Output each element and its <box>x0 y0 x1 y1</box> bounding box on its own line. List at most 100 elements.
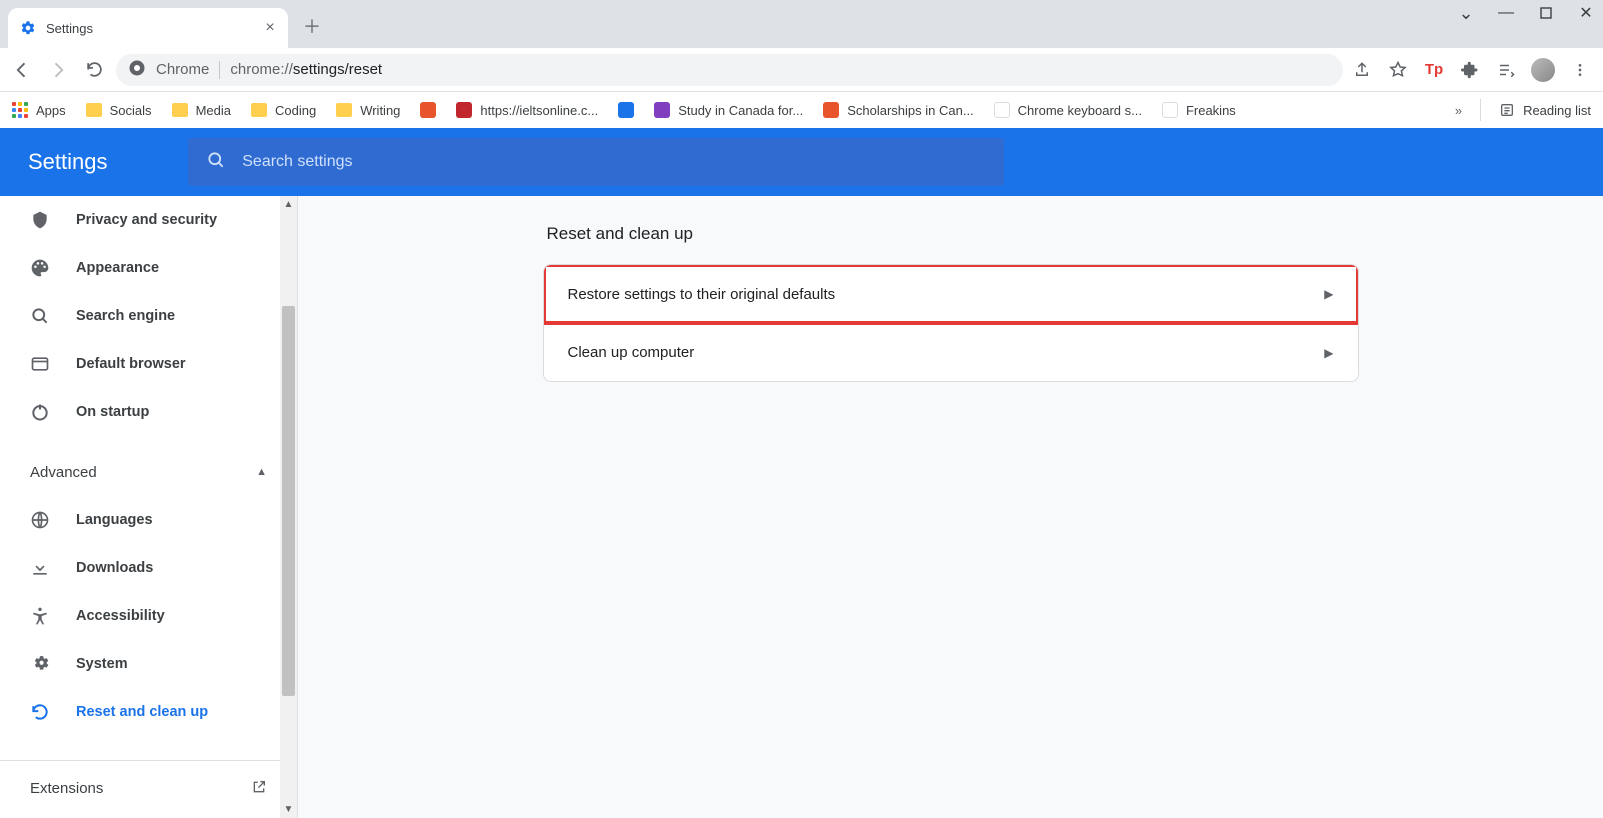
apps-icon <box>12 102 28 118</box>
forward-button[interactable] <box>44 56 72 84</box>
minimize-button[interactable]: ― <box>1497 4 1515 22</box>
address-text: chrome://settings/reset <box>230 61 382 78</box>
bookmark-item[interactable]: Coding <box>251 102 316 118</box>
maximize-button[interactable] <box>1537 4 1555 22</box>
window-close-button[interactable]: ✕ <box>1577 4 1595 22</box>
chevron-up-icon: ▲ <box>256 466 267 478</box>
sidebar-item-label: Languages <box>76 512 153 528</box>
privacy-icon <box>30 210 50 230</box>
bookmark-item[interactable]: Chrome keyboard s... <box>994 102 1142 118</box>
downloads-icon <box>30 558 50 578</box>
bookmark-item[interactable] <box>618 102 634 118</box>
gear-icon <box>20 20 36 36</box>
favicon <box>994 102 1010 118</box>
bookmark-label: Scholarships in Can... <box>847 103 973 118</box>
settings-search[interactable] <box>188 138 1004 186</box>
bookmark-label: https://ieltsonline.c... <box>480 103 598 118</box>
favicon <box>823 102 839 118</box>
section-heading: Reset and clean up <box>543 224 1359 244</box>
startup-icon <box>30 402 50 422</box>
back-button[interactable] <box>8 56 36 84</box>
close-icon[interactable]: × <box>262 20 278 36</box>
sidebar-item-label: On startup <box>76 404 149 420</box>
sidebar-item-search[interactable]: Search engine <box>0 292 297 340</box>
sidebar-item-appearance[interactable]: Appearance <box>0 244 297 292</box>
row-label: Restore settings to their original defau… <box>568 286 836 303</box>
settings-sidebar: Privacy and security Appearance Search eng… <box>0 196 298 818</box>
star-icon[interactable] <box>1387 59 1409 81</box>
appearance-icon <box>30 258 50 278</box>
folder-icon <box>251 103 267 117</box>
bookmark-label: Chrome keyboard s... <box>1018 103 1142 118</box>
reading-list-label: Reading list <box>1523 103 1591 118</box>
favicon <box>456 102 472 118</box>
scroll-down-icon[interactable]: ▼ <box>280 801 297 818</box>
sidebar-item-label: Appearance <box>76 260 159 276</box>
reset-card: Restore settings to their original defau… <box>543 264 1359 382</box>
window-controls: ⌄ ― ✕ <box>1457 4 1595 22</box>
bookmark-item[interactable]: Socials <box>86 102 152 118</box>
profile-avatar[interactable] <box>1531 58 1555 82</box>
search-input[interactable] <box>242 153 986 171</box>
sidebar-item-extensions[interactable]: Extensions <box>0 760 297 816</box>
browser-toolbar: Chrome chrome://settings/reset Tp <box>0 48 1603 92</box>
share-icon[interactable] <box>1351 59 1373 81</box>
titlebar: Settings × ＋ ⌄ ― ✕ <box>0 0 1603 48</box>
bookmark-item[interactable]: Scholarships in Can... <box>823 102 973 118</box>
chevron-down-icon[interactable]: ⌄ <box>1457 4 1475 22</box>
bookmark-label: Coding <box>275 103 316 118</box>
bookmark-item[interactable]: https://ieltsonline.c... <box>456 102 598 118</box>
bookmark-item[interactable]: Study in Canada for... <box>654 102 803 118</box>
sidebar-item-privacy[interactable]: Privacy and security <box>0 196 297 244</box>
sidebar-item-downloads[interactable]: Downloads <box>0 544 297 592</box>
bookmark-label: Study in Canada for... <box>678 103 803 118</box>
extensions-icon[interactable] <box>1459 59 1481 81</box>
sidebar-item-reset[interactable]: Reset and clean up <box>0 688 297 736</box>
extension-tp-icon[interactable]: Tp <box>1423 59 1445 81</box>
divider <box>219 61 220 79</box>
bookmark-label: Media <box>196 103 231 118</box>
bookmark-item[interactable]: Writing <box>336 102 400 118</box>
scroll-up-icon[interactable]: ▲ <box>280 196 297 213</box>
folder-icon <box>336 103 352 117</box>
advanced-section-toggle[interactable]: Advanced ▲ <box>0 448 297 496</box>
reading-list-button[interactable]: Reading list <box>1499 102 1591 118</box>
apps-label: Apps <box>36 103 66 118</box>
bookmark-item[interactable] <box>420 102 436 118</box>
page-title: Settings <box>28 149 108 175</box>
overflow-icon[interactable]: » <box>1455 103 1462 118</box>
extensions-label: Extensions <box>30 780 103 797</box>
address-bar[interactable]: Chrome chrome://settings/reset <box>116 54 1343 86</box>
sidebar-item-languages[interactable]: Languages <box>0 496 297 544</box>
sidebar-item-label: Search engine <box>76 308 175 324</box>
sidebar-item-label: System <box>76 656 128 672</box>
advanced-label: Advanced <box>30 464 97 481</box>
scrollbar-thumb[interactable] <box>282 306 295 696</box>
sidebar-item-system[interactable]: System <box>0 640 297 688</box>
favicon <box>420 102 436 118</box>
bookmark-item[interactable]: Freakins <box>1162 102 1236 118</box>
sidebar-item-startup[interactable]: On startup <box>0 388 297 436</box>
chevron-right-icon: ▶ <box>1324 287 1333 301</box>
sidebar-item-label: Reset and clean up <box>76 704 208 720</box>
bookmark-item[interactable]: Media <box>172 102 231 118</box>
sidebar-scrollbar[interactable]: ▲ ▼ <box>280 196 297 818</box>
sidebar-item-label: Downloads <box>76 560 153 576</box>
reload-button[interactable] <box>80 56 108 84</box>
search-icon <box>206 150 226 175</box>
sidebar-item-default-browser[interactable]: Default browser <box>0 340 297 388</box>
kebab-menu-icon[interactable] <box>1569 59 1591 81</box>
sidebar-item-label: Privacy and security <box>76 212 217 228</box>
sidebar-item-accessibility[interactable]: Accessibility <box>0 592 297 640</box>
cleanup-computer-row[interactable]: Clean up computer▶ <box>544 323 1358 381</box>
sidebar-item-label: Accessibility <box>76 608 165 624</box>
folder-icon <box>86 103 102 117</box>
settings-main: Reset and clean up Restore settings to t… <box>298 196 1603 818</box>
favicon <box>654 102 670 118</box>
media-icon[interactable] <box>1495 59 1517 81</box>
favicon <box>618 102 634 118</box>
restore-defaults-row[interactable]: Restore settings to their original defau… <box>544 265 1358 323</box>
browser-tab[interactable]: Settings × <box>8 8 288 48</box>
apps-shortcut[interactable]: Apps <box>12 102 66 118</box>
new-tab-button[interactable]: ＋ <box>298 12 326 40</box>
